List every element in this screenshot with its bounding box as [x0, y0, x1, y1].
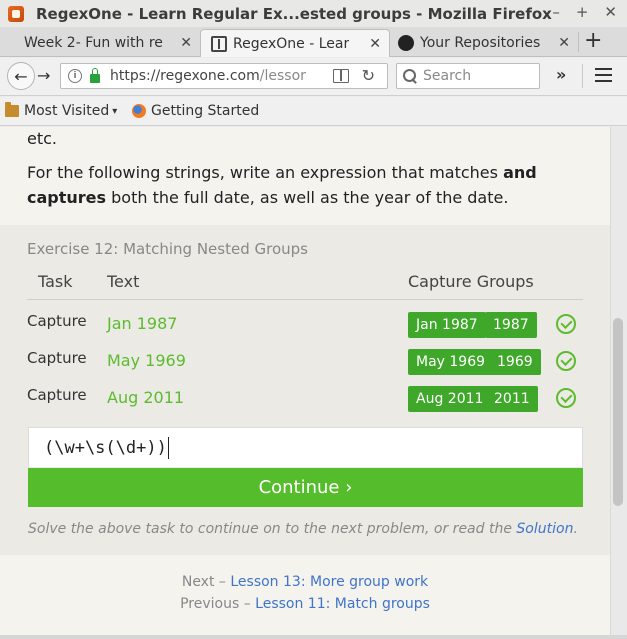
- lock-icon: [90, 67, 100, 83]
- url-text[interactable]: https://regexone.com/lessor: [110, 68, 306, 84]
- folder-icon: [5, 102, 19, 117]
- tab-close-icon[interactable]: ✕: [369, 36, 381, 52]
- check-icon: [556, 351, 576, 371]
- task-label: Capture: [27, 312, 87, 330]
- check-icon: [556, 388, 576, 408]
- back-button[interactable]: ←: [7, 62, 35, 90]
- column-header-task: Task: [38, 272, 73, 291]
- solution-link[interactable]: Solution: [516, 521, 573, 537]
- continue-button[interactable]: Continue ›: [28, 468, 583, 507]
- previous-prefix: Previous –: [180, 596, 256, 612]
- tab-repositories[interactable]: Your Repositories ✕: [392, 29, 578, 57]
- table-row: Capture Aug 2011 Aug 2011 2011: [0, 384, 610, 416]
- window-title: RegexOne - Learn Regular Ex...ested grou…: [36, 4, 552, 23]
- firefox-app-icon: [8, 5, 24, 22]
- prompt-text: For the following strings, write an expr…: [27, 163, 504, 182]
- tab-title: RegexOne - Lear: [233, 35, 350, 52]
- prompt-bold: captures: [27, 188, 107, 207]
- tab-week2[interactable]: Week 2- Fun with re ✕: [10, 29, 200, 57]
- tab-separator: [578, 32, 579, 52]
- task-label: Capture: [27, 349, 87, 367]
- test-string: Aug 2011: [107, 388, 185, 407]
- minimize-button[interactable]: –: [552, 3, 560, 21]
- tab-regexone[interactable]: RegexOne - Lear ✕: [200, 29, 390, 57]
- bookmarks-bar: Most Visited ▾ Getting Started: [0, 97, 627, 126]
- chevron-down-icon: ▾: [112, 105, 118, 117]
- prompt-text: both the full date, as well as the year …: [106, 188, 509, 207]
- table-row: Capture May 1969 May 1969 1969: [0, 347, 610, 379]
- answer-text: (\w+\s(\d+)): [44, 438, 167, 458]
- url-bar[interactable]: i https://regexone.com/lessor ↻: [60, 63, 388, 89]
- hamburger-menu-icon[interactable]: [595, 68, 612, 82]
- exercise-title: Exercise 12: Matching Nested Groups: [27, 240, 308, 258]
- exercise-prompt: For the following strings, write an expr…: [27, 160, 587, 210]
- arrow-right-icon: →: [37, 66, 51, 85]
- column-header-text: Text: [107, 272, 140, 291]
- tab-title: Your Repositories: [420, 35, 541, 51]
- tab-close-icon[interactable]: ✕: [180, 35, 192, 51]
- forward-button[interactable]: →: [37, 66, 50, 85]
- arrow-left-icon: ←: [14, 66, 28, 86]
- header-divider: [27, 299, 583, 300]
- bookmark-label: Getting Started: [151, 103, 260, 119]
- bookmark-label: Most Visited: [24, 103, 110, 119]
- search-placeholder: Search: [423, 68, 472, 84]
- window-titlebar: RegexOne - Learn Regular Ex...ested grou…: [0, 0, 627, 27]
- info-icon[interactable]: i: [68, 69, 82, 83]
- next-lesson-line: Next – Lesson 13: More group work: [0, 574, 610, 590]
- github-icon: [398, 35, 414, 51]
- capture-group-pill: May 1969: [408, 349, 494, 375]
- scrollbar-thumb[interactable]: [613, 318, 623, 506]
- test-string: Jan 1987: [107, 314, 178, 333]
- prompt-bold: and: [503, 163, 537, 182]
- hint-text: Solve the above task to continue on to t…: [28, 521, 578, 537]
- regex-answer-input[interactable]: (\w+\s(\d+)): [28, 427, 583, 467]
- text-caret: [167, 437, 169, 459]
- previous-lesson-line: Previous – Lesson 11: Match groups: [0, 596, 610, 612]
- reload-icon[interactable]: ↻: [362, 66, 375, 85]
- window-controls: – + ✕: [552, 3, 617, 21]
- new-tab-button[interactable]: +: [584, 30, 602, 52]
- hint-body: Solve the above task to continue on to t…: [28, 521, 517, 537]
- book-icon: [211, 35, 227, 52]
- navigation-bar: ← → i https://regexone.com/lessor ↻ Sear…: [0, 58, 627, 96]
- next-lesson-link[interactable]: Lesson 13: More group work: [230, 574, 428, 590]
- intro-text-end: etc.: [27, 129, 57, 148]
- capture-group-pill: Jan 1987: [408, 312, 486, 338]
- capture-group-pill: Aug 2011: [408, 386, 492, 412]
- previous-lesson-link[interactable]: Lesson 11: Match groups: [255, 596, 430, 612]
- firefox-icon: [132, 104, 146, 118]
- toolbar-overflow-button[interactable]: »: [556, 65, 566, 84]
- table-row: Capture Jan 1987 Jan 1987 1987: [0, 310, 610, 342]
- capture-group-pill: 1969: [489, 349, 541, 375]
- toolbar-separator: [582, 64, 583, 88]
- task-label: Capture: [27, 386, 87, 404]
- tab-bar: Week 2- Fun with re ✕ RegexOne - Lear ✕ …: [0, 27, 627, 57]
- next-prefix: Next –: [181, 574, 231, 590]
- hint-period: .: [573, 521, 578, 537]
- bookmark-getting-started[interactable]: Getting Started: [132, 103, 259, 119]
- maximize-button[interactable]: +: [576, 3, 589, 21]
- bookmark-most-visited[interactable]: Most Visited ▾: [5, 102, 118, 119]
- url-host: https://regexone.com: [110, 68, 260, 84]
- page-content: etc. For the following strings, write an…: [0, 127, 610, 635]
- search-icon: [403, 69, 417, 83]
- search-bar[interactable]: Search: [396, 63, 540, 89]
- check-icon: [556, 314, 576, 334]
- close-window-button[interactable]: ✕: [604, 3, 617, 21]
- url-path: /lessor: [259, 68, 306, 84]
- column-header-capture-groups: Capture Groups: [408, 272, 534, 291]
- capture-group-pill: 1987: [485, 312, 537, 338]
- test-string: May 1969: [107, 351, 186, 370]
- reader-view-icon[interactable]: [333, 69, 349, 83]
- tab-title: Week 2- Fun with re: [24, 35, 163, 51]
- capture-group-pill: 2011: [486, 386, 538, 412]
- tab-close-icon[interactable]: ✕: [558, 35, 570, 51]
- window-bottom-edge: [0, 635, 627, 639]
